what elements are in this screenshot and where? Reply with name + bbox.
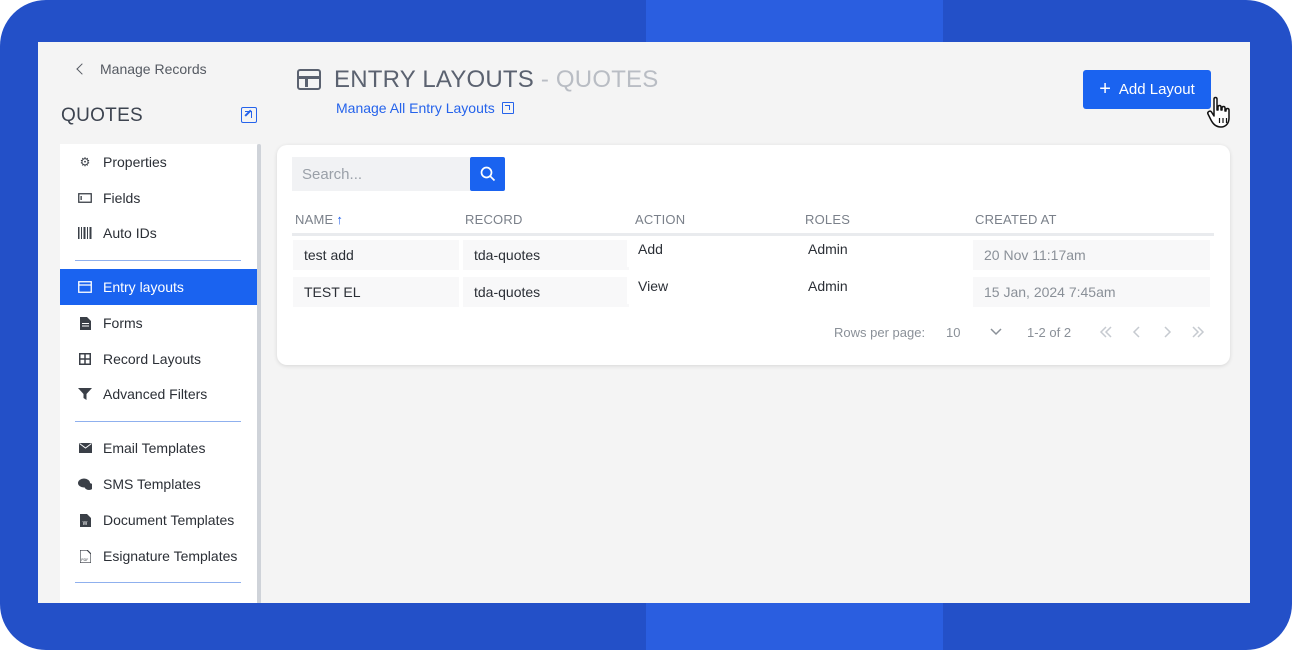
sidebar-divider xyxy=(75,421,241,422)
sidebar-item-forms[interactable]: Forms xyxy=(60,305,257,341)
table-cell-action: Add xyxy=(627,237,793,267)
table-cell-name[interactable]: test add xyxy=(293,240,459,270)
column-header-label: NAME xyxy=(295,212,334,227)
entry-layouts-table-card: Search... NAME ↑ RECORD ACTION ROLES CREA… xyxy=(277,145,1230,365)
sidebar-item-auto-ids[interactable]: Auto IDs xyxy=(60,215,257,251)
table-cell-action: View xyxy=(627,274,793,304)
sort-ascending-icon: ↑ xyxy=(336,212,344,227)
hand-pointer-cursor-icon xyxy=(1207,96,1230,128)
chevron-left-icon xyxy=(76,63,88,75)
table-cell-created-at: 15 Jan, 2024 7:45am xyxy=(973,277,1210,307)
add-layout-label: Add Layout xyxy=(1118,81,1195,98)
sidebar-item-entry-layouts[interactable]: Entry layouts xyxy=(60,269,257,305)
sidebar-item-fields[interactable]: Fields xyxy=(60,180,257,216)
next-page-icon[interactable] xyxy=(1163,326,1172,338)
sidebar-item-esignature-templates[interactable]: PDF Esignature Templates xyxy=(60,538,257,574)
column-header-action[interactable]: ACTION xyxy=(635,212,685,227)
open-external-icon[interactable] xyxy=(241,107,257,123)
column-header-roles[interactable]: ROLES xyxy=(805,212,850,227)
sidebar-item-label: Esignature Templates xyxy=(103,548,238,564)
manage-link-label: Manage All Entry Layouts xyxy=(336,100,495,116)
table-cell-record: tda-quotes xyxy=(463,240,629,270)
page-title: ENTRY LAYOUTS - QUOTES xyxy=(334,66,658,94)
back-link[interactable]: Manage Records xyxy=(76,61,207,77)
manage-all-entry-layouts-link[interactable]: Manage All Entry Layouts xyxy=(336,100,514,116)
barcode-icon xyxy=(78,226,92,240)
back-link-label: Manage Records xyxy=(100,61,207,77)
table-cell-created-at: 20 Nov 11:17am xyxy=(973,240,1210,270)
table-header-divider xyxy=(292,233,1214,236)
column-header-created-at[interactable]: CREATED AT xyxy=(975,212,1057,227)
sidebar-item-properties[interactable]: ⚙ Properties xyxy=(60,144,257,180)
table-cell-record: tda-quotes xyxy=(463,277,629,307)
sidebar-divider xyxy=(75,260,241,261)
sidebar-item-label: Entry layouts xyxy=(103,279,184,295)
table-cell-roles: Admin xyxy=(797,237,963,267)
rows-per-page-label: Rows per page: xyxy=(834,325,926,340)
chat-icon xyxy=(78,477,92,491)
layout-icon xyxy=(78,280,92,294)
screenshot-frame: Manage Records QUOTES ⚙ Properties Field… xyxy=(0,0,1292,650)
sidebar-item-record-layouts[interactable]: Record Layouts xyxy=(60,341,257,377)
first-page-icon[interactable] xyxy=(1099,326,1113,338)
search-input[interactable]: Search... xyxy=(292,157,470,191)
envelope-icon xyxy=(78,441,92,455)
sidebar-item-label: Fields xyxy=(103,190,141,206)
sidebar-item-advanced-filters[interactable]: Advanced Filters xyxy=(60,376,257,412)
svg-text:PDF: PDF xyxy=(81,558,88,562)
previous-page-icon[interactable] xyxy=(1132,326,1141,338)
sidebar-divider xyxy=(75,582,241,583)
pdf-icon: PDF xyxy=(78,549,92,563)
open-external-icon xyxy=(501,102,514,114)
page-title-suffix: - QUOTES xyxy=(534,66,659,93)
sidebar-item-document-templates[interactable]: W Document Templates xyxy=(60,502,257,538)
chevron-down-icon[interactable] xyxy=(990,328,1002,336)
sidebar-scrollbar[interactable] xyxy=(257,144,261,603)
table-cell-name[interactable]: TEST EL xyxy=(293,277,459,307)
sidebar-item-email-templates[interactable]: Email Templates xyxy=(60,430,257,466)
gear-icon: ⚙ xyxy=(79,155,91,169)
word-doc-icon: W xyxy=(78,513,92,527)
add-layout-button[interactable]: + Add Layout xyxy=(1083,70,1211,109)
sidebar-item-label: Auto IDs xyxy=(103,225,157,241)
sidebar-item-label: Email Templates xyxy=(103,440,206,456)
sidebar-item-label: Forms xyxy=(103,315,143,331)
pagination-range: 1-2 of 2 xyxy=(1027,325,1072,340)
module-title: QUOTES xyxy=(61,105,144,126)
column-header-record[interactable]: RECORD xyxy=(465,212,523,227)
app-window: Manage Records QUOTES ⚙ Properties Field… xyxy=(38,42,1250,603)
layout-icon xyxy=(297,69,321,90)
search-icon xyxy=(480,166,495,182)
column-header-name[interactable]: NAME ↑ xyxy=(295,212,343,227)
table-cell-roles: Admin xyxy=(797,274,963,304)
search-button[interactable] xyxy=(470,157,505,191)
filter-icon xyxy=(78,387,92,401)
document-icon xyxy=(78,316,92,330)
grid-icon xyxy=(78,352,92,366)
last-page-icon[interactable] xyxy=(1191,326,1205,338)
sidebar: ⚙ Properties Fields Auto IDs Entry layou… xyxy=(60,144,257,603)
sidebar-item-label: SMS Templates xyxy=(103,476,201,492)
sidebar-item-sms-templates[interactable]: SMS Templates xyxy=(60,466,257,502)
sidebar-item-label: Record Layouts xyxy=(103,351,202,367)
svg-text:W: W xyxy=(82,521,87,527)
field-icon xyxy=(78,191,92,205)
rows-per-page-select[interactable]: 10 xyxy=(946,325,960,340)
plus-icon: + xyxy=(1099,77,1111,100)
sidebar-item-label: Advanced Filters xyxy=(103,386,208,402)
sidebar-item-label: Document Templates xyxy=(103,512,235,528)
page-title-main: ENTRY LAYOUTS xyxy=(334,66,534,93)
sidebar-item-label: Properties xyxy=(103,154,167,170)
